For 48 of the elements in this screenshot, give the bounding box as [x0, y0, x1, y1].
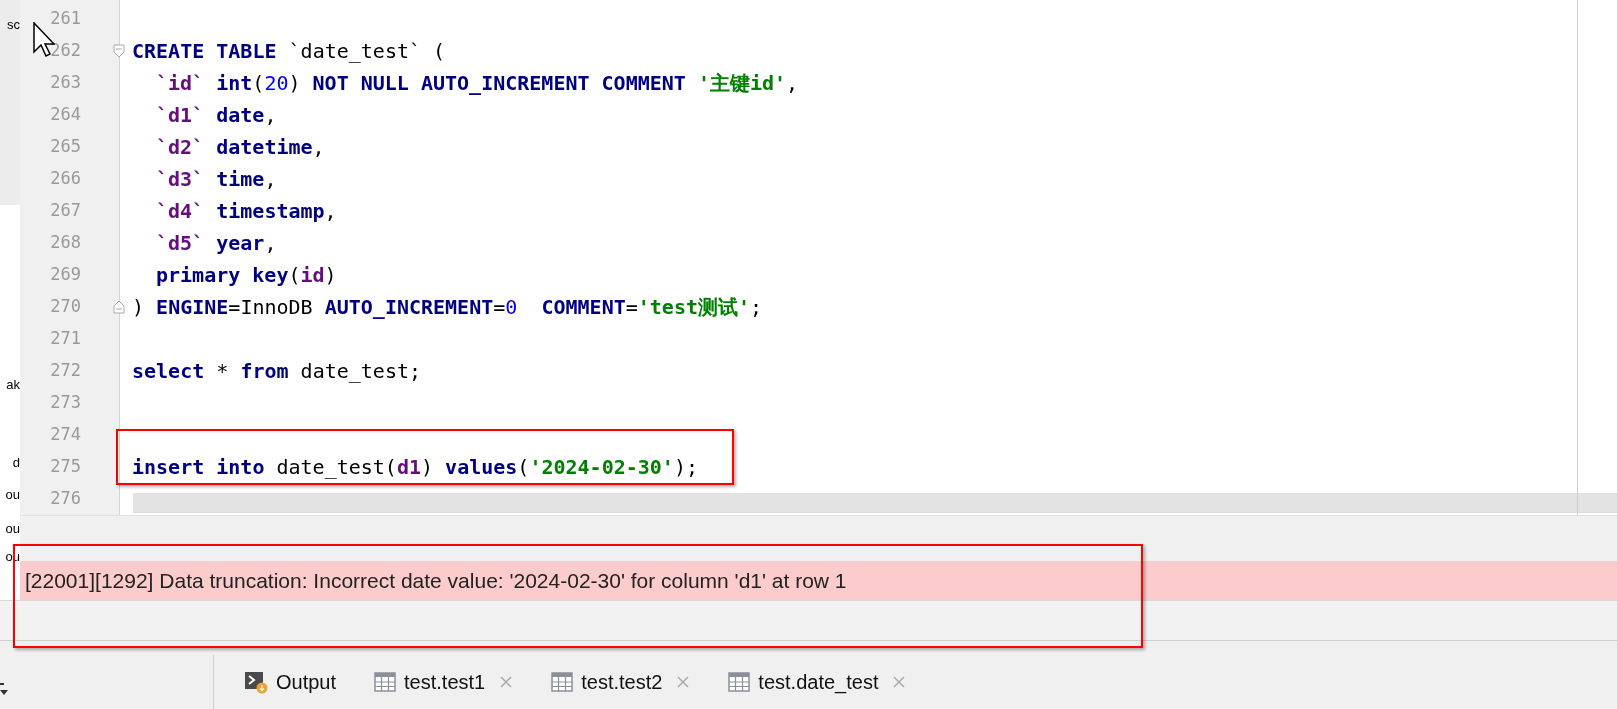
fold-icon[interactable] — [113, 44, 125, 58]
code-line: `id` int(20) NOT NULL AUTO_INCREMENT COMMENT '主键id', — [156, 70, 799, 97]
line-number: 268 — [50, 231, 81, 255]
fold-icon[interactable] — [113, 300, 125, 314]
table-icon — [551, 672, 574, 692]
code-line: primary key(id) — [156, 262, 337, 289]
line-number: 270 — [50, 295, 81, 319]
line-number: 271 — [50, 327, 81, 351]
code-line: insert into date_test(d1) values('2024-02-30'); — [132, 454, 698, 481]
tab[interactable]: test.test2 — [541, 662, 701, 702]
line-number: 267 — [50, 199, 81, 223]
code-line: ) ENGINE=InnoDB AUTO_INCREMENT=0 COMMENT='test测试'; — [132, 294, 763, 321]
table-icon — [728, 672, 751, 692]
dropdown-icon[interactable] — [0, 683, 10, 697]
line-number: 274 — [50, 423, 81, 447]
line-number: 263 — [50, 71, 81, 95]
line-number: 276 — [50, 487, 81, 511]
close-icon[interactable] — [676, 675, 691, 689]
tab[interactable]: test.date_test — [718, 662, 917, 702]
line-number: 275 — [50, 455, 81, 479]
code-line: `d4` timestamp, — [156, 198, 337, 225]
cut-text: ou — [5, 488, 20, 501]
line-number: 264 — [50, 103, 81, 127]
close-icon[interactable] — [892, 675, 907, 689]
cut-text: d — [12, 456, 20, 469]
line-number: 266 — [50, 167, 81, 191]
cut-text: ak — [6, 378, 20, 391]
horizontal-scrollbar[interactable] — [133, 493, 1617, 513]
code-line: select * from date_test; — [132, 358, 422, 385]
line-number: 273 — [50, 391, 81, 415]
close-icon[interactable] — [499, 675, 514, 689]
code-line: `d2` datetime, — [156, 134, 325, 161]
code-line: `d3` time, — [156, 166, 277, 193]
console-icon — [244, 670, 268, 694]
cut-text: sc — [7, 18, 20, 31]
code-line: `d1` date, — [156, 102, 277, 129]
line-number: 269 — [50, 263, 81, 287]
tab[interactable]: Output — [234, 662, 347, 702]
table-icon — [374, 672, 397, 692]
line-number: 261 — [50, 7, 81, 31]
line-number: 272 — [50, 359, 81, 383]
line-number: 265 — [50, 135, 81, 159]
cut-text: ou — [5, 522, 20, 535]
code-line: CREATE TABLE `date_test` ( — [132, 38, 446, 65]
code-line: `d5` year, — [156, 230, 277, 257]
line-number: 262 — [50, 39, 81, 63]
tab[interactable]: test.test1 — [364, 662, 524, 702]
error-message: [22001][1292] Data truncation: Incorrect date value: '2024-02-30' for column 'd1' at row 1 — [25, 567, 847, 594]
